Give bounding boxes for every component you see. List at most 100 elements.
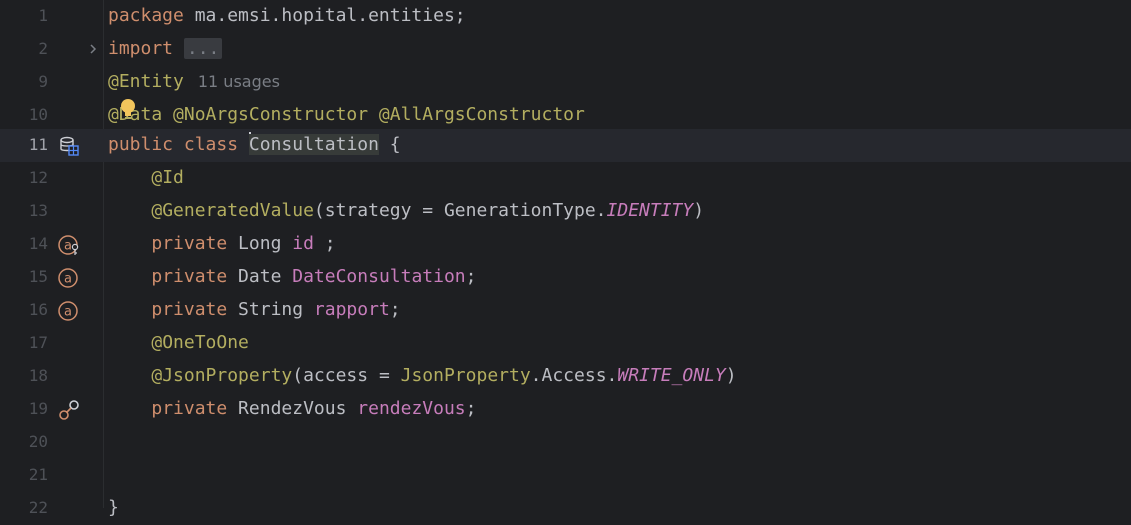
folded-imports-placeholder[interactable]: ... (183, 38, 223, 59)
line-number: 2 (38, 39, 48, 58)
code-text[interactable]: @JsonProperty(access = JsonProperty.Acce… (108, 360, 737, 393)
annotation-token: @Id (151, 167, 184, 188)
class-name-token[interactable]: Consultation (248, 134, 379, 155)
svg-text:a: a (64, 272, 72, 287)
code-line-2[interactable]: 2 import ... (0, 33, 1131, 66)
code-line-1[interactable]: 1 package ma.emsi.hopital.entities; (0, 0, 1131, 33)
code-line-10[interactable]: 10 @Data @NoArgsConstructor @AllArgsCons… (0, 99, 1131, 132)
enum-constant-token: WRITE_ONLY (617, 365, 726, 386)
code-text[interactable]: private String rapport; (108, 294, 400, 327)
argument-token: (access = (292, 365, 401, 386)
code-line-22[interactable]: 22 } (0, 492, 1131, 525)
annotation-token: @JsonProperty (151, 365, 293, 386)
code-text[interactable]: private Date DateConsultation; (108, 261, 476, 294)
line-number: 22 (28, 498, 48, 517)
indent-token (108, 299, 151, 320)
code-line-17[interactable]: 17 @OneToOne (0, 327, 1131, 360)
code-line-15[interactable]: 15 a private Date DateConsultation; (0, 261, 1131, 294)
brace-token: { (378, 134, 401, 155)
code-text[interactable]: @Data @NoArgsConstructor @AllArgsConstru… (108, 99, 585, 132)
code-text[interactable]: private RendezVous rendezVous; (108, 393, 476, 426)
annotation-token: @GeneratedValue (151, 200, 314, 221)
line-number: 15 (28, 267, 48, 286)
code-line-16[interactable]: 16 a private String rapport; (0, 294, 1131, 327)
code-line-9[interactable]: 9 @Entity 11 usages (0, 66, 1131, 99)
line-number: 17 (28, 333, 48, 352)
indent-token (108, 266, 151, 287)
code-line-21[interactable]: 21 (0, 459, 1131, 492)
keyword-token: class (183, 134, 239, 155)
line-number: 13 (28, 201, 48, 220)
annotation-class-token: JsonProperty (400, 365, 531, 386)
field-name-token: DateConsultation (292, 266, 466, 287)
code-text[interactable]: import ... (108, 33, 223, 66)
code-text[interactable]: @Id (108, 162, 184, 195)
annotation-token: @Entity (108, 71, 184, 92)
line-number: 11 (28, 135, 48, 154)
code-text[interactable]: package ma.emsi.hopital.entities; (108, 0, 466, 33)
attribute-a-icon[interactable]: a (58, 267, 80, 289)
keyword-token: private (151, 398, 228, 419)
package-name-token: ma.emsi.hopital.entities; (183, 5, 466, 26)
indent-token (108, 200, 151, 221)
indent-token (108, 233, 151, 254)
line-number: 20 (28, 432, 48, 451)
code-text[interactable]: } (108, 492, 119, 525)
line-number: 16 (28, 300, 48, 319)
code-text[interactable]: @OneToOne (108, 327, 249, 360)
lightbulb-intention-icon[interactable] (118, 97, 138, 123)
usages-inlay-hint[interactable]: 11 usages (198, 72, 280, 91)
fold-expand-chevron-icon[interactable] (86, 42, 100, 56)
code-text[interactable]: private Long id ; (108, 228, 336, 261)
keyword-token: private (151, 299, 228, 320)
keyword-token: public (108, 134, 174, 155)
line-number: 1 (38, 6, 48, 25)
type-token: Long (227, 233, 293, 254)
code-line-11[interactable]: 11 public class Consultation { (0, 129, 1131, 162)
code-line-18[interactable]: 18 @JsonProperty(access = JsonProperty.A… (0, 360, 1131, 393)
jpa-entity-database-icon[interactable] (58, 135, 80, 157)
paren-token: ) (725, 365, 737, 386)
type-token: Date (227, 266, 293, 287)
code-text[interactable]: public class Consultation { (108, 129, 401, 162)
code-line-19[interactable]: 19 private RendezVous rendezVous; (0, 393, 1131, 426)
indent-token (108, 398, 151, 419)
line-number: 14 (28, 234, 48, 253)
annotation-token: @AllArgsConstructor (368, 104, 585, 125)
line-number: 21 (28, 465, 48, 484)
svg-text:a: a (64, 305, 72, 320)
code-line-12[interactable]: 12 @Id (0, 162, 1131, 195)
attribute-a-icon[interactable]: a (58, 300, 80, 322)
code-line-13[interactable]: 13 @GeneratedValue(strategy = Generation… (0, 195, 1131, 228)
svg-text:a: a (64, 239, 72, 254)
code-line-20[interactable]: 20 (0, 426, 1131, 459)
keyword-token: package (108, 5, 184, 26)
id-attribute-key-icon[interactable]: a (58, 234, 80, 256)
line-number: 19 (28, 399, 48, 418)
code-line-14[interactable]: 14 a private Long id ; (0, 228, 1131, 261)
line-number: 12 (28, 168, 48, 187)
semicolon-token: ; (465, 398, 477, 419)
code-text[interactable]: @GeneratedValue(strategy = GenerationTyp… (108, 195, 704, 228)
annotation-token: @OneToOne (151, 332, 249, 353)
relationship-link-icon[interactable] (58, 399, 80, 421)
code-text[interactable]: @Entity 11 usages (108, 66, 280, 99)
indent-token (108, 332, 151, 353)
semicolon-token: ; (313, 233, 336, 254)
argument-token: (strategy = GenerationType. (313, 200, 607, 221)
field-name-token: rendezVous (357, 398, 466, 419)
semicolon-token: ; (465, 266, 477, 287)
code-editor[interactable]: 1 package ma.emsi.hopital.entities; 2 im… (0, 0, 1131, 518)
indent-token (108, 167, 151, 188)
keyword-token: import (108, 38, 174, 59)
keyword-token: private (151, 233, 228, 254)
line-number: 9 (38, 72, 48, 91)
enum-constant-token: IDENTITY (606, 200, 694, 221)
field-name-token: id (292, 233, 314, 254)
paren-token: ) (693, 200, 705, 221)
type-token: RendezVous (227, 398, 358, 419)
line-number: 10 (28, 105, 48, 124)
member-access-token: .Access. (530, 365, 618, 386)
keyword-token: private (151, 266, 228, 287)
